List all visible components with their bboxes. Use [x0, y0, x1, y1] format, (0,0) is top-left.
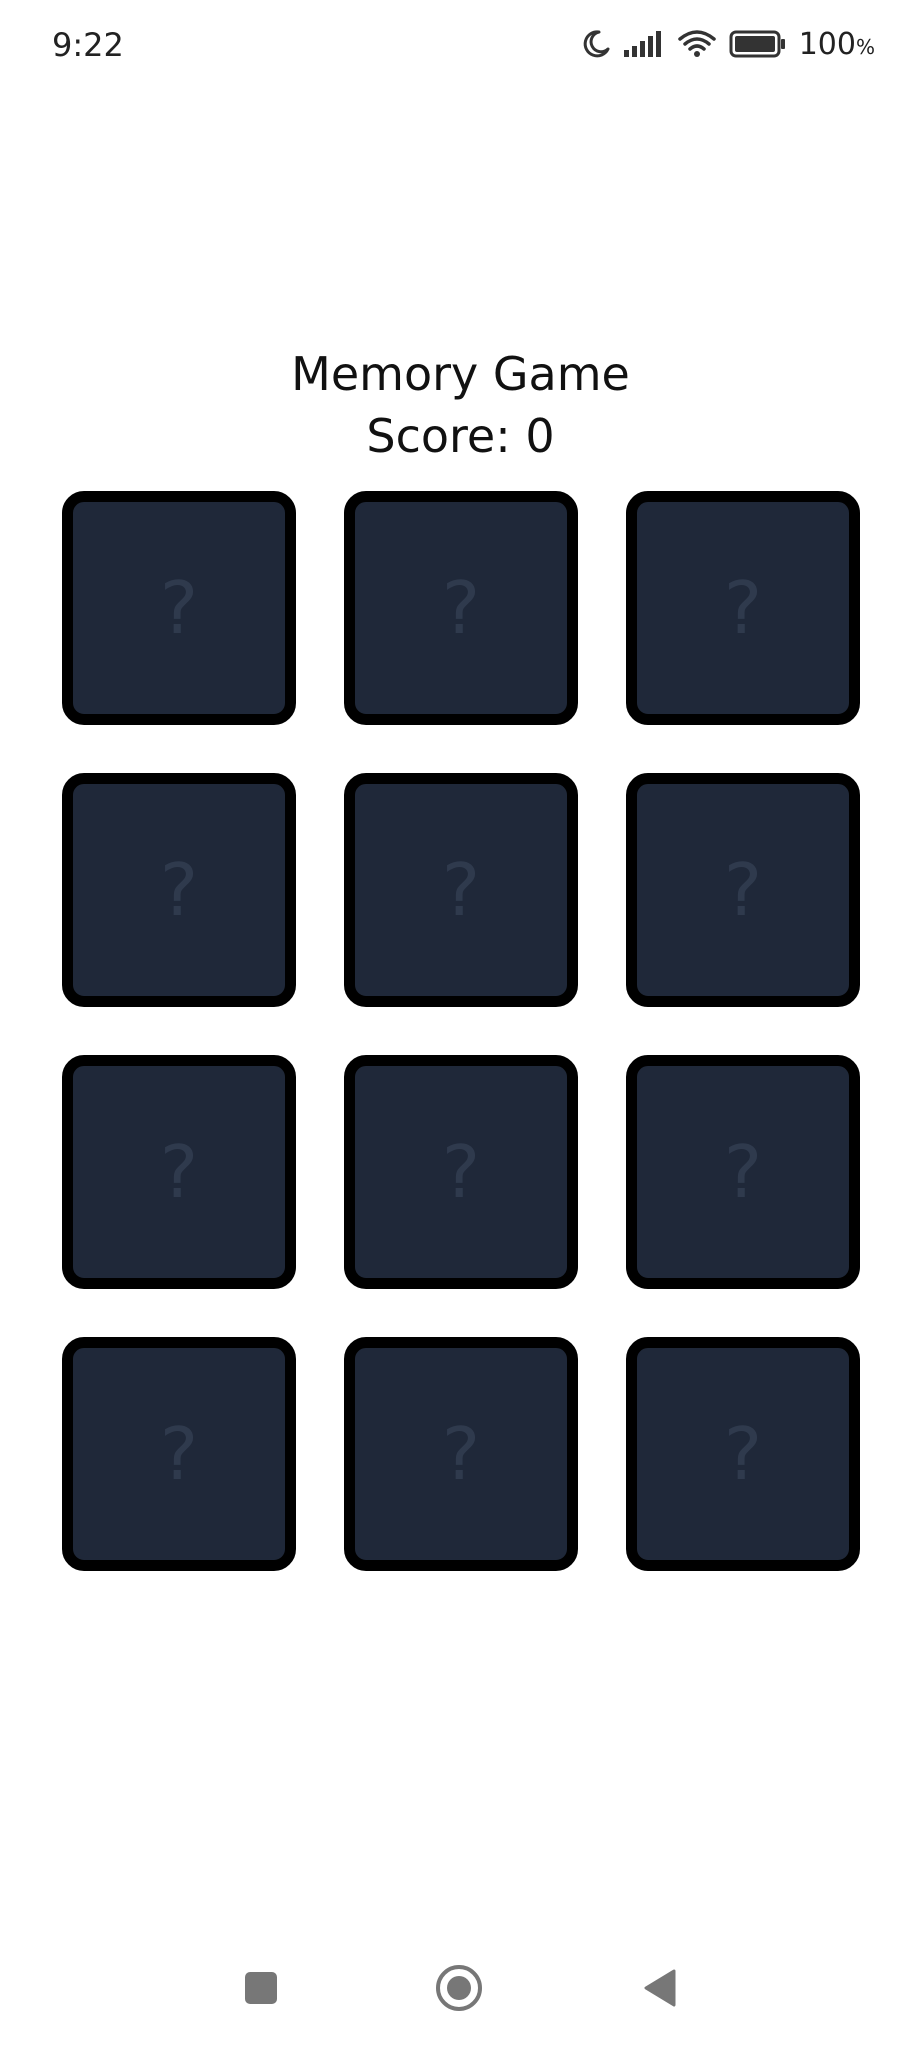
card-face: ? — [723, 566, 763, 650]
card-grid: ? ? ? ? ? ? ? ? ? ? ? ? — [62, 491, 860, 1571]
memory-card-4[interactable]: ? — [62, 773, 296, 1007]
status-time: 9:22 — [52, 26, 124, 64]
recent-apps-button[interactable] — [221, 1950, 301, 2030]
card-face: ? — [441, 848, 481, 932]
signal-icon — [623, 30, 665, 58]
card-face: ? — [723, 848, 763, 932]
battery-icon — [729, 30, 787, 58]
memory-card-3[interactable]: ? — [626, 491, 860, 725]
home-button[interactable] — [419, 1950, 499, 2030]
card-face: ? — [723, 1130, 763, 1214]
memory-card-9[interactable]: ? — [626, 1055, 860, 1289]
card-face: ? — [159, 566, 199, 650]
memory-card-2[interactable]: ? — [344, 491, 578, 725]
score-label: Score: 0 — [366, 409, 555, 463]
card-face: ? — [159, 1412, 199, 1496]
memory-card-1[interactable]: ? — [62, 491, 296, 725]
moon-icon — [581, 29, 611, 59]
card-face: ? — [441, 1412, 481, 1496]
card-face: ? — [159, 1130, 199, 1214]
navigation-bar — [0, 1950, 921, 2030]
memory-card-8[interactable]: ? — [344, 1055, 578, 1289]
status-icons: 100% — [581, 24, 875, 64]
back-button[interactable] — [620, 1950, 700, 2030]
card-face: ? — [723, 1412, 763, 1496]
battery-percent-unit: % — [855, 34, 875, 59]
battery-percent: 100% — [799, 27, 875, 62]
recent-apps-icon — [243, 1970, 279, 2010]
battery-percent-value: 100 — [798, 26, 856, 62]
home-icon — [434, 1963, 484, 2017]
memory-card-7[interactable]: ? — [62, 1055, 296, 1289]
memory-card-11[interactable]: ? — [344, 1337, 578, 1571]
memory-card-10[interactable]: ? — [62, 1337, 296, 1571]
card-face: ? — [441, 1130, 481, 1214]
memory-card-12[interactable]: ? — [626, 1337, 860, 1571]
wifi-icon — [677, 29, 717, 59]
card-face: ? — [441, 566, 481, 650]
memory-card-5[interactable]: ? — [344, 773, 578, 1007]
back-icon — [642, 1968, 678, 2012]
memory-card-6[interactable]: ? — [626, 773, 860, 1007]
status-bar: 9:22 100% — [0, 0, 921, 96]
game-title: Memory Game — [291, 347, 630, 401]
card-face: ? — [159, 848, 199, 932]
